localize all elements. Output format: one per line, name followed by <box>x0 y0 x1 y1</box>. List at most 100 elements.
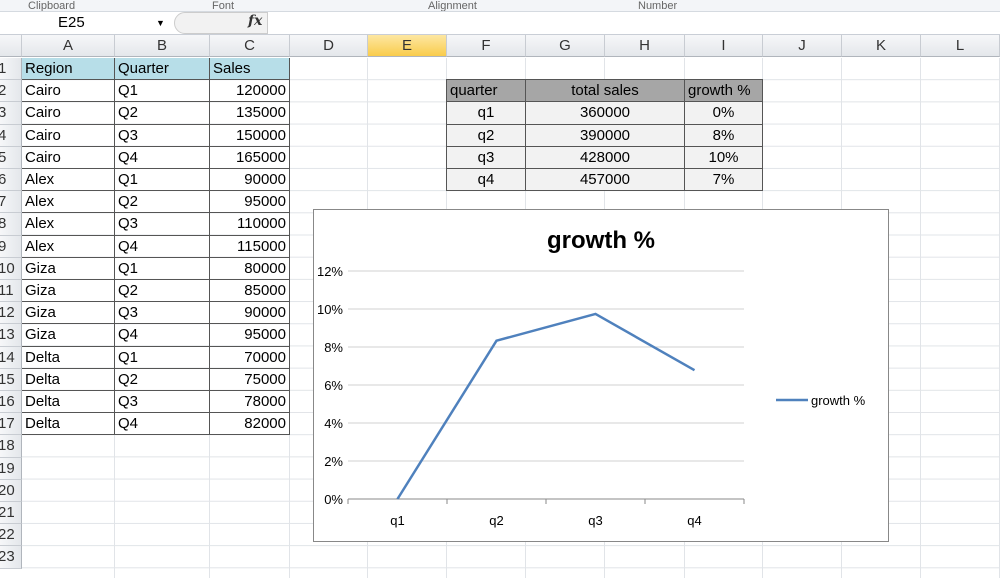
data-cell[interactable]: 85000 <box>210 280 290 302</box>
summary-cell[interactable]: q4 <box>447 169 526 191</box>
column-header-k[interactable]: K <box>842 35 921 57</box>
data-header-cell[interactable]: Region <box>22 58 115 80</box>
data-cell[interactable]: 95000 <box>210 324 290 346</box>
row-header-10[interactable]: 10 <box>0 258 22 280</box>
summary-header-cell[interactable]: growth % <box>685 80 763 102</box>
row-header-16[interactable]: 16 <box>0 391 22 413</box>
summary-cell[interactable]: 428000 <box>526 147 685 169</box>
data-cell[interactable]: Cairo <box>22 80 115 102</box>
summary-cell[interactable]: q1 <box>447 102 526 124</box>
data-cell[interactable]: Q2 <box>115 369 210 391</box>
row-header-2[interactable]: 2 <box>0 80 22 102</box>
data-cell[interactable]: Q3 <box>115 391 210 413</box>
summary-cell[interactable]: 390000 <box>526 125 685 147</box>
row-header-6[interactable]: 6 <box>0 169 22 191</box>
data-cell[interactable]: Q2 <box>115 191 210 213</box>
column-header-h[interactable]: H <box>605 35 685 57</box>
data-cell[interactable]: 165000 <box>210 147 290 169</box>
column-header-g[interactable]: G <box>526 35 605 57</box>
summary-cell[interactable]: 0% <box>685 102 763 124</box>
data-cell[interactable]: Cairo <box>22 147 115 169</box>
data-cell[interactable]: 120000 <box>210 80 290 102</box>
data-cell[interactable]: Cairo <box>22 102 115 124</box>
column-header-l[interactable]: L <box>921 35 1000 57</box>
data-cell[interactable]: 82000 <box>210 413 290 435</box>
row-header-4[interactable]: 4 <box>0 125 22 147</box>
row-header-15[interactable]: 15 <box>0 369 22 391</box>
chevron-down-icon[interactable]: ▼ <box>156 18 165 28</box>
data-cell[interactable]: Cairo <box>22 125 115 147</box>
data-cell[interactable]: Alex <box>22 191 115 213</box>
data-cell[interactable]: 70000 <box>210 347 290 369</box>
data-cell[interactable]: 115000 <box>210 236 290 258</box>
row-header-21[interactable]: 21 <box>0 502 22 524</box>
summary-header-cell[interactable]: quarter <box>447 80 526 102</box>
data-cell[interactable]: Delta <box>22 413 115 435</box>
data-cell[interactable]: Delta <box>22 369 115 391</box>
column-header-b[interactable]: B <box>115 35 210 57</box>
data-cell[interactable]: Q3 <box>115 213 210 235</box>
column-header-i[interactable]: I <box>685 35 763 57</box>
data-cell[interactable]: Alex <box>22 236 115 258</box>
summary-cell[interactable]: 8% <box>685 125 763 147</box>
data-header-cell[interactable]: Sales <box>210 58 290 80</box>
row-header-20[interactable]: 20 <box>0 480 22 502</box>
name-box[interactable]: E25 <box>0 12 170 34</box>
data-cell[interactable]: Q1 <box>115 169 210 191</box>
data-cell[interactable]: 75000 <box>210 369 290 391</box>
data-cell[interactable]: Giza <box>22 258 115 280</box>
row-header-9[interactable]: 9 <box>0 236 22 258</box>
row-header-22[interactable]: 22 <box>0 524 22 546</box>
data-cell[interactable]: 110000 <box>210 213 290 235</box>
summary-cell[interactable]: 10% <box>685 147 763 169</box>
select-all-corner[interactable] <box>0 35 22 57</box>
growth-chart[interactable]: growth %0%2%4%6%8%10%12%q1q2q3q4growth % <box>313 209 889 542</box>
row-header-17[interactable]: 17 <box>0 413 22 435</box>
row-header-23[interactable]: 23 <box>0 546 22 568</box>
row-header-12[interactable]: 12 <box>0 302 22 324</box>
column-header-e[interactable]: E <box>368 35 447 57</box>
column-header-a[interactable]: A <box>22 35 115 57</box>
data-cell[interactable]: Q4 <box>115 413 210 435</box>
function-icon[interactable]: fx <box>248 13 262 29</box>
row-header-3[interactable]: 3 <box>0 102 22 124</box>
data-cell[interactable]: 150000 <box>210 125 290 147</box>
row-header-5[interactable]: 5 <box>0 147 22 169</box>
summary-header-cell[interactable]: total sales <box>526 80 685 102</box>
data-cell[interactable]: Alex <box>22 213 115 235</box>
column-header-d[interactable]: D <box>290 35 368 57</box>
data-cell[interactable]: 90000 <box>210 302 290 324</box>
column-header-j[interactable]: J <box>763 35 842 57</box>
data-cell[interactable]: Giza <box>22 302 115 324</box>
summary-cell[interactable]: q2 <box>447 125 526 147</box>
row-header-18[interactable]: 18 <box>0 435 22 457</box>
row-header-19[interactable]: 19 <box>0 458 22 480</box>
data-cell[interactable]: Q4 <box>115 236 210 258</box>
row-header-7[interactable]: 7 <box>0 191 22 213</box>
summary-cell[interactable]: q3 <box>447 147 526 169</box>
summary-cell[interactable]: 457000 <box>526 169 685 191</box>
data-cell[interactable]: Q1 <box>115 258 210 280</box>
data-cell[interactable]: Alex <box>22 169 115 191</box>
data-cell[interactable]: 80000 <box>210 258 290 280</box>
data-cell[interactable]: Q2 <box>115 280 210 302</box>
data-cell[interactable]: 90000 <box>210 169 290 191</box>
column-header-f[interactable]: F <box>447 35 526 57</box>
data-cell[interactable]: Delta <box>22 391 115 413</box>
data-cell[interactable]: 95000 <box>210 191 290 213</box>
data-cell[interactable]: Q3 <box>115 302 210 324</box>
data-header-cell[interactable]: Quarter <box>115 58 210 80</box>
row-header-8[interactable]: 8 <box>0 213 22 235</box>
row-header-14[interactable]: 14 <box>0 347 22 369</box>
data-cell[interactable]: 135000 <box>210 102 290 124</box>
data-cell[interactable]: Q4 <box>115 147 210 169</box>
row-header-11[interactable]: 11 <box>0 280 22 302</box>
data-cell[interactable]: Q2 <box>115 102 210 124</box>
data-cell[interactable]: Q1 <box>115 347 210 369</box>
row-header-13[interactable]: 13 <box>0 324 22 346</box>
formula-input[interactable] <box>270 12 1000 34</box>
data-cell[interactable]: Q4 <box>115 324 210 346</box>
summary-cell[interactable]: 360000 <box>526 102 685 124</box>
data-cell[interactable]: Delta <box>22 347 115 369</box>
data-cell[interactable]: 78000 <box>210 391 290 413</box>
